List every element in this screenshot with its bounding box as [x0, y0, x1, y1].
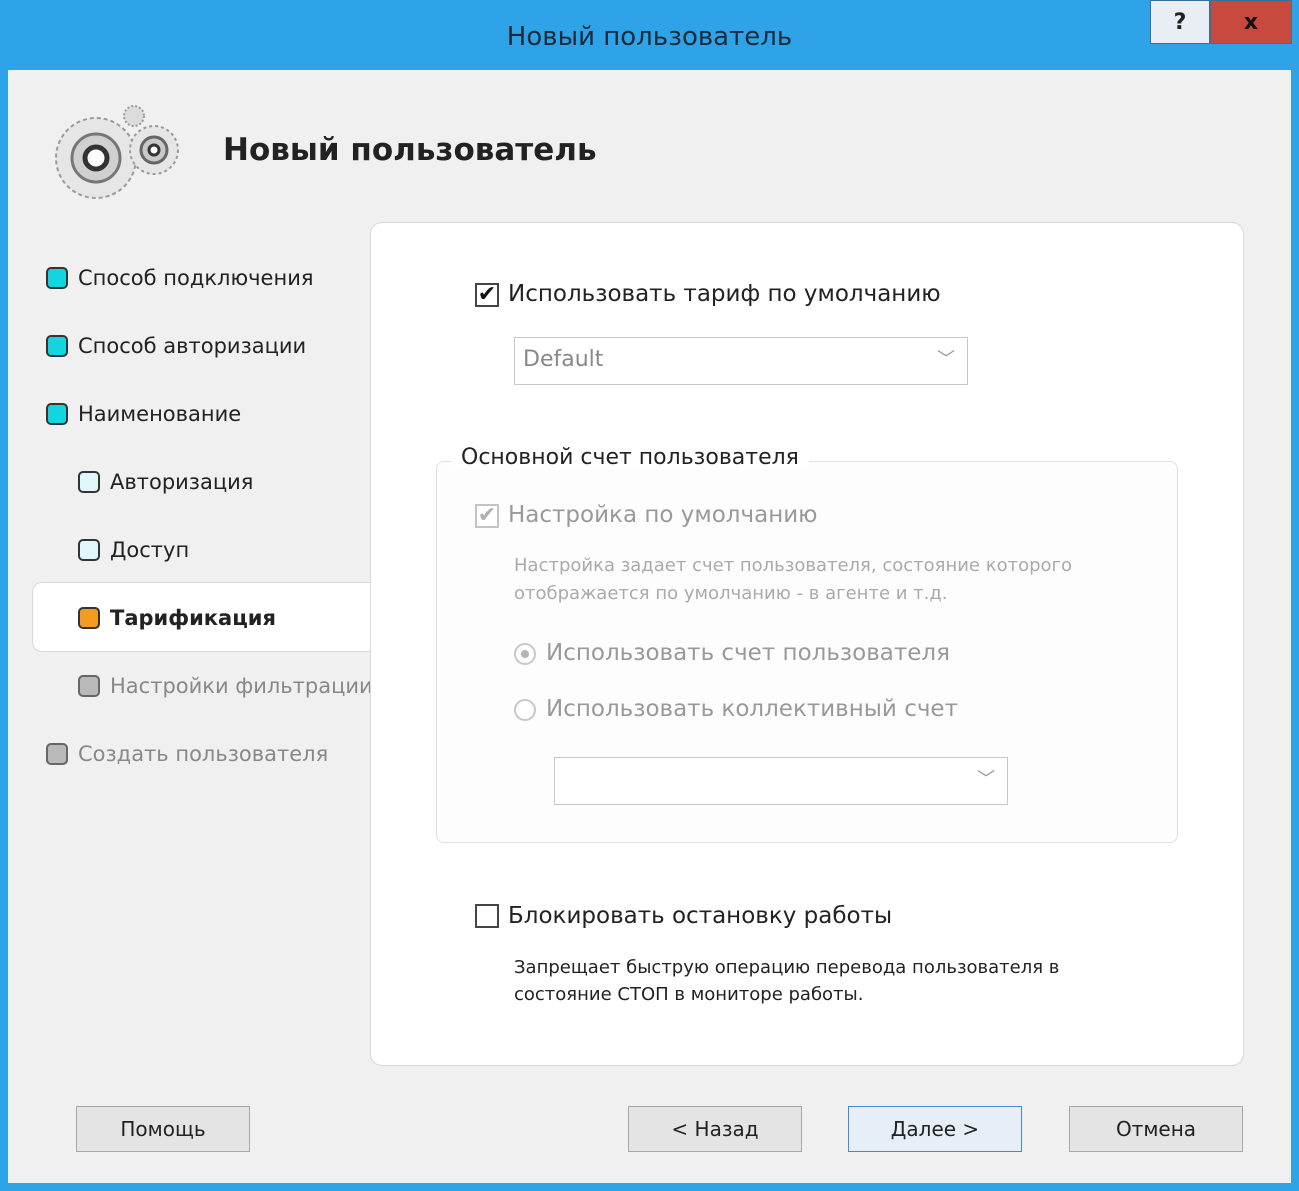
- tariff-select-value: Default: [523, 347, 604, 372]
- radio-selected-dot: [521, 650, 529, 658]
- nav-step-create-user[interactable]: Создать пользователя: [46, 734, 328, 774]
- step-status-icon: [46, 267, 68, 289]
- block-stop-description: Запрещает быструю операцию перевода поль…: [514, 957, 1060, 1005]
- use-default-tariff-checkbox[interactable]: ✔: [475, 283, 499, 307]
- step-status-icon: [78, 675, 100, 697]
- nav-step-label: Доступ: [110, 538, 190, 562]
- settings-panel: ✔ Использовать тариф по умолчанию Defaul…: [370, 222, 1244, 1066]
- nav-step-name[interactable]: Наименование: [46, 394, 241, 434]
- nav-step-filter-settings[interactable]: Настройки фильтрации: [78, 666, 373, 706]
- gears-icon: [55, 105, 179, 199]
- step-status-icon: [78, 539, 100, 561]
- radio-user-account-label[interactable]: Использовать счет пользователя: [546, 640, 950, 666]
- primary-account-group-title: Основной счет пользователя: [451, 445, 809, 470]
- cancel-button[interactable]: Отмена: [1069, 1106, 1243, 1152]
- help-title-button[interactable]: ?: [1150, 0, 1210, 44]
- dialog-content: Новый пользователь Способ подключения Сп…: [8, 70, 1291, 1183]
- chevron-down-icon: ﹀: [977, 769, 995, 790]
- nav-step-label: Способ авторизации: [78, 334, 307, 358]
- nav-step-tariffication[interactable]: Тарификация: [78, 598, 276, 638]
- dialog-window: Новый пользователь ? x Новый пользовател…: [0, 0, 1299, 1191]
- step-status-icon: [46, 743, 68, 765]
- page-title: Новый пользователь: [223, 132, 597, 168]
- default-setting-description: Настройка задает счет пользователя, сост…: [514, 555, 1073, 604]
- next-button[interactable]: Далее >: [848, 1106, 1022, 1152]
- nav-step-auth-method[interactable]: Способ авторизации: [46, 326, 306, 366]
- block-stop-checkbox[interactable]: [475, 904, 499, 928]
- step-status-icon: [46, 335, 68, 357]
- nav-step-label: Настройки фильтрации: [110, 674, 373, 698]
- help-button[interactable]: Помощь: [76, 1106, 250, 1152]
- use-default-tariff-label[interactable]: Использовать тариф по умолчанию: [508, 281, 941, 307]
- nav-step-label: Наименование: [78, 402, 242, 426]
- block-stop-label[interactable]: Блокировать остановку работы: [508, 903, 892, 929]
- window-title: Новый пользователь: [506, 22, 793, 52]
- close-button[interactable]: x: [1210, 0, 1292, 44]
- step-status-icon: [46, 403, 68, 425]
- title-bar: Новый пользователь ? x: [8, 0, 1292, 70]
- nav-step-authorization[interactable]: Авторизация: [78, 462, 253, 502]
- tariff-select[interactable]: Default ﹀: [514, 337, 968, 385]
- back-button[interactable]: < Назад: [628, 1106, 802, 1152]
- nav-step-connection-method[interactable]: Способ подключения: [46, 258, 313, 298]
- nav-step-label: Способ подключения: [78, 266, 314, 290]
- radio-collective-account-label[interactable]: Использовать коллективный счет: [546, 696, 958, 722]
- chevron-down-icon: ﹀: [937, 349, 955, 370]
- radio-user-account[interactable]: [514, 643, 536, 665]
- step-status-icon: [78, 607, 100, 629]
- nav-step-label: Создать пользователя: [78, 742, 329, 766]
- nav-step-label: Тарификация: [110, 606, 276, 630]
- radio-collective-account[interactable]: [514, 699, 536, 721]
- nav-step-label: Авторизация: [110, 470, 254, 494]
- default-setting-checkbox[interactable]: ✔: [475, 504, 499, 528]
- default-setting-label[interactable]: Настройка по умолчанию: [508, 502, 818, 528]
- nav-step-access[interactable]: Доступ: [78, 530, 189, 570]
- collective-account-select[interactable]: ﹀: [554, 757, 1008, 805]
- step-status-icon: [78, 471, 100, 493]
